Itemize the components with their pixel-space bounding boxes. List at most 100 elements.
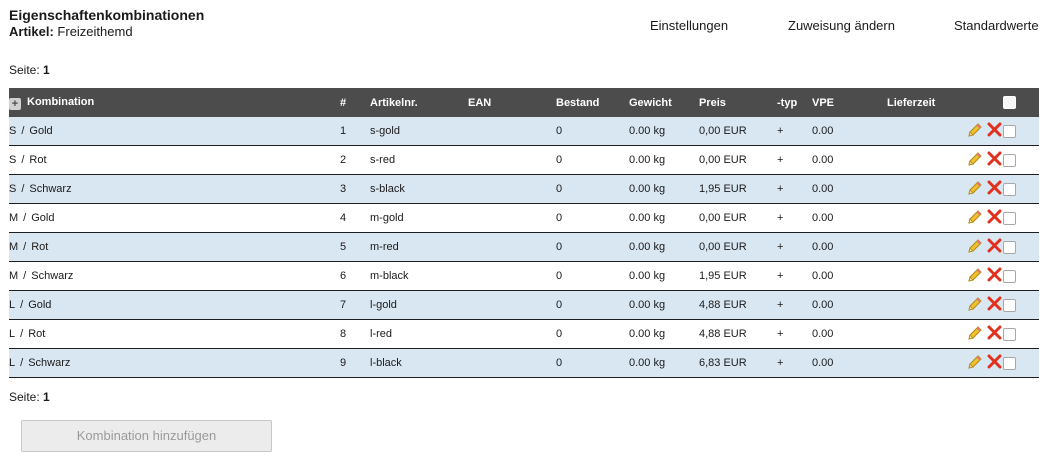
cell-delivery bbox=[887, 232, 967, 262]
cell-delivery bbox=[887, 319, 967, 349]
col-delivery: Lieferzeit bbox=[887, 88, 967, 117]
pencil-icon[interactable] bbox=[967, 296, 983, 312]
pencil-icon[interactable] bbox=[967, 122, 983, 138]
cell-article-no: l-gold bbox=[370, 290, 468, 320]
col-combination-label: Kombination bbox=[27, 95, 95, 108]
combination-size: L bbox=[9, 357, 16, 369]
change-assignment-link[interactable]: Zuweisung ändern bbox=[788, 18, 895, 33]
cell-select bbox=[1003, 261, 1039, 291]
combination-separator: / bbox=[23, 270, 27, 282]
cell-select bbox=[1003, 117, 1039, 146]
col-price: Preis bbox=[699, 88, 777, 117]
cell-article-no: s-red bbox=[370, 145, 468, 175]
delete-icon[interactable] bbox=[987, 296, 1002, 311]
row-checkbox[interactable] bbox=[1003, 298, 1016, 312]
cell-combination: S / Rot bbox=[9, 145, 340, 175]
combination-color: Schwarz bbox=[28, 357, 71, 369]
table-header-row: + Kombination # Artikelnr. EAN Bestand Ge… bbox=[9, 88, 1039, 117]
cell-type: + bbox=[777, 117, 812, 146]
cell-combination: S / Schwarz bbox=[9, 174, 340, 204]
cell-actions bbox=[967, 117, 1003, 146]
delete-icon[interactable] bbox=[987, 180, 1002, 195]
cell-number: 1 bbox=[340, 117, 370, 146]
cell-article-no: m-black bbox=[370, 261, 468, 291]
cell-type: + bbox=[777, 261, 812, 291]
cell-type: + bbox=[777, 232, 812, 262]
combination-separator: / bbox=[23, 212, 27, 224]
delete-icon[interactable] bbox=[987, 209, 1002, 224]
row-checkbox[interactable] bbox=[1003, 356, 1016, 370]
col-combination: + Kombination bbox=[9, 88, 340, 117]
pagination-label: Seite: bbox=[9, 390, 40, 404]
row-checkbox[interactable] bbox=[1003, 211, 1016, 225]
pencil-icon[interactable] bbox=[967, 151, 983, 167]
col-actions bbox=[967, 88, 1003, 117]
delete-icon[interactable] bbox=[987, 267, 1002, 282]
cell-weight: 0.00 kg bbox=[629, 348, 699, 378]
cell-actions bbox=[967, 290, 1003, 320]
cell-type: + bbox=[777, 319, 812, 349]
table-row: M / Gold 4 m-gold 0 0.00 kg 0,00 EUR +0.00 bbox=[9, 203, 1039, 233]
delete-icon[interactable] bbox=[987, 122, 1002, 137]
cell-article-no: l-black bbox=[370, 348, 468, 378]
settings-link[interactable]: Einstellungen bbox=[650, 18, 728, 33]
row-checkbox[interactable] bbox=[1003, 153, 1016, 167]
cell-actions bbox=[967, 261, 1003, 291]
delete-icon[interactable] bbox=[987, 151, 1002, 166]
pagination-label: Seite: bbox=[9, 63, 40, 77]
cell-stock: 0 bbox=[556, 261, 629, 291]
article-label: Artikel: bbox=[9, 24, 54, 39]
pencil-icon[interactable] bbox=[967, 238, 983, 254]
combination-separator: / bbox=[20, 299, 24, 311]
pagination-page[interactable]: 1 bbox=[43, 390, 50, 404]
cell-number: 9 bbox=[340, 348, 370, 378]
defaults-link[interactable]: Standardwerte bbox=[954, 18, 1039, 33]
pencil-icon[interactable] bbox=[967, 209, 983, 225]
row-checkbox[interactable] bbox=[1003, 124, 1016, 138]
cell-price: 6,83 EUR bbox=[699, 348, 777, 378]
combination-separator: / bbox=[20, 357, 24, 369]
row-checkbox[interactable] bbox=[1003, 182, 1016, 196]
pencil-icon[interactable] bbox=[967, 180, 983, 196]
cell-combination: M / Rot bbox=[9, 232, 340, 262]
page-title: Eigenschaftenkombinationen bbox=[9, 7, 205, 23]
table-row: S / Schwarz 3 s-black 0 0.00 kg 1,95 EUR +0.00 bbox=[9, 174, 1039, 204]
cell-combination: L / Rot bbox=[9, 319, 340, 349]
cell-actions bbox=[967, 348, 1003, 378]
row-checkbox[interactable] bbox=[1003, 269, 1016, 283]
row-checkbox[interactable] bbox=[1003, 327, 1016, 341]
cell-combination: M / Schwarz bbox=[9, 261, 340, 291]
combination-color: Rot bbox=[31, 241, 49, 253]
pencil-icon[interactable] bbox=[967, 267, 983, 283]
cell-stock: 0 bbox=[556, 117, 629, 146]
cell-select bbox=[1003, 348, 1039, 378]
cell-number: 6 bbox=[340, 261, 370, 291]
cell-ean bbox=[468, 117, 556, 146]
row-checkbox[interactable] bbox=[1003, 240, 1016, 254]
cell-number: 2 bbox=[340, 145, 370, 175]
cell-select bbox=[1003, 174, 1039, 204]
cell-article-no: s-black bbox=[370, 174, 468, 204]
select-all-checkbox[interactable] bbox=[1003, 96, 1016, 109]
cell-price: 1,95 EUR bbox=[699, 174, 777, 204]
combination-separator: / bbox=[21, 154, 25, 166]
col-stock: Bestand bbox=[556, 88, 629, 117]
delete-icon[interactable] bbox=[987, 354, 1002, 369]
delete-icon[interactable] bbox=[987, 238, 1002, 253]
pagination-top: Seite: 1 bbox=[9, 63, 50, 77]
table-row: M / Rot 5 m-red 0 0.00 kg 0,00 EUR +0.00 bbox=[9, 232, 1039, 262]
cell-vpe: 0.00 bbox=[812, 117, 887, 146]
pencil-icon[interactable] bbox=[967, 354, 983, 370]
add-combination-button[interactable]: Kombination hinzufügen bbox=[21, 420, 272, 452]
cell-stock: 0 bbox=[556, 232, 629, 262]
delete-icon[interactable] bbox=[987, 325, 1002, 340]
cell-price: 1,95 EUR bbox=[699, 261, 777, 291]
cell-ean bbox=[468, 348, 556, 378]
pencil-icon[interactable] bbox=[967, 325, 983, 341]
cell-weight: 0.00 kg bbox=[629, 290, 699, 320]
plus-square-icon[interactable]: + bbox=[9, 97, 21, 110]
combination-color: Rot bbox=[28, 328, 46, 340]
cell-type: + bbox=[777, 174, 812, 204]
pagination-page[interactable]: 1 bbox=[43, 63, 50, 77]
article-info: Artikel: Freizeithemd bbox=[9, 24, 133, 39]
